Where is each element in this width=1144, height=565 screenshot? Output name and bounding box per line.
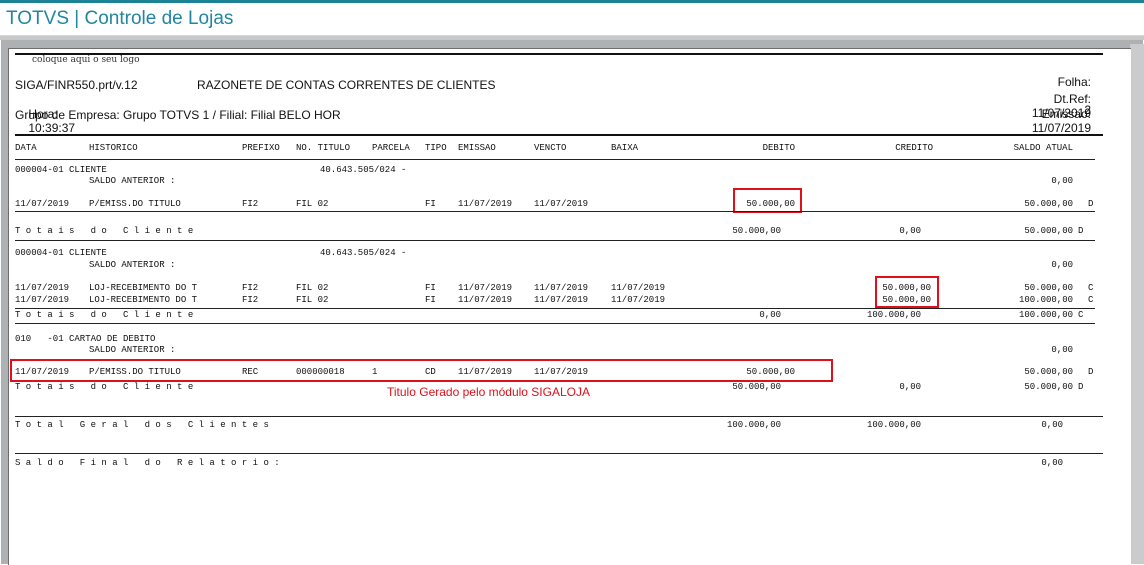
block1-row-emissao: 11/07/2019 (458, 199, 513, 209)
block3-totais-saldo: 50.000,00 (1024, 382, 1073, 392)
col-credito: CREDITO (895, 143, 933, 153)
block1-row-data: 11/07/2019 (15, 199, 70, 209)
col-saldo-atual: SALDO ATUAL (1013, 143, 1073, 153)
hora-value: 10:39:37 (28, 121, 76, 135)
annotation-note: Titulo Gerado pelo módulo SIGALOJA (387, 385, 590, 399)
report-page: coloque aqui o seu logo SIGA/FINR550.prt… (8, 48, 1131, 565)
block3-totais-credito: 0,00 (899, 382, 921, 392)
block2-saldo-anterior-value: 0,00 (1051, 260, 1073, 270)
block2-row2-emissao: 11/07/2019 (458, 295, 513, 305)
block1-row-historico: P/EMISS.DO TITULO (89, 199, 181, 209)
block3-totais-label: T o t a i s d o C l i e n t e (15, 382, 194, 392)
col-debito: DEBITO (762, 143, 795, 153)
col-baixa: BAIXA (611, 143, 639, 153)
block2-rule (15, 308, 1095, 309)
block3-row-saldo: 50.000,00 (1024, 367, 1073, 377)
block2-row1-tipo: FI (425, 283, 436, 293)
col-data: DATA (15, 143, 37, 153)
empresa-info: Grupo de Empresa: Grupo TOTVS 1 / Filial… (15, 108, 341, 122)
block1-saldo-anterior-value: 0,00 (1051, 176, 1073, 186)
block1-row-prefixo: FI2 (242, 199, 259, 209)
block2-row1-prefixo: FI2 (242, 283, 259, 293)
emissao-label: Emissao: (1041, 107, 1091, 121)
block2-row1-historico: LOJ-RECEBIMENTO DO T (89, 283, 198, 293)
block2-row1-saldo: 50.000,00 (1024, 283, 1073, 293)
block2-row1-data: 11/07/2019 (15, 283, 70, 293)
total-geral-credito: 100.000,00 (866, 420, 921, 430)
block2-bottom-rule (15, 323, 1095, 324)
block3-totais-debito: 50.000,00 (732, 382, 781, 392)
app-title: TOTVS | Controle de Lojas (6, 8, 234, 29)
columns-bottom-rule (15, 159, 1095, 160)
col-vencto: VENCTO (534, 143, 567, 153)
highlight-box (10, 359, 833, 382)
total-geral-top-rule (15, 416, 1103, 417)
block1-rule (15, 211, 1095, 212)
block2-row1-dc: C (1088, 283, 1094, 293)
block2-row2-dc: C (1088, 295, 1094, 305)
block2-row1-vencto: 11/07/2019 (534, 283, 589, 293)
col-historico: HISTORICO (89, 143, 138, 153)
highlight-box (733, 188, 802, 213)
block1-bottom-rule (15, 240, 1095, 241)
block1-totais-credito: 0,00 (899, 226, 921, 236)
block3-totais-dc: D (1078, 382, 1084, 392)
block2-row2-titulo: FIL 02 (296, 295, 329, 305)
columns-top-rule (15, 134, 1103, 136)
col-prefixo: PREFIXO (242, 143, 280, 153)
company-logo: coloque aqui o seu logo (32, 55, 140, 65)
saldo-final-label: S a l d o F i n a l d o R e l a t o r i … (15, 458, 280, 468)
block1-row-dc: D (1088, 199, 1094, 209)
block2-row2-vencto: 11/07/2019 (534, 295, 589, 305)
block1-row-tipo: FI (425, 199, 436, 209)
block1-row-titulo: FIL 02 (296, 199, 329, 209)
block1-saldo-anterior-label: SALDO ANTERIOR : (89, 176, 176, 186)
block2-totais-dc: C (1078, 310, 1084, 320)
block2-row1-titulo: FIL 02 (296, 283, 329, 293)
block2-totais-saldo: 100.000,00 (1018, 310, 1073, 320)
block2-row2-tipo: FI (425, 295, 436, 305)
block2-cliente: 000004-01 CLIENTE (15, 248, 107, 258)
block1-row-saldo: 50.000,00 (1024, 199, 1073, 209)
block2-totais-label: T o t a i s d o C l i e n t e (15, 310, 194, 320)
block1-cnpj: 40.643.505/024 - (320, 165, 407, 175)
emissao-value: 11/07/2019 (1031, 121, 1091, 135)
col-emissao: EMISSAO (458, 143, 496, 153)
block1-totais-debito: 50.000,00 (732, 226, 781, 236)
block3-saldo-anterior-label: SALDO ANTERIOR : (89, 345, 176, 355)
vertical-scrollbar[interactable] (1130, 44, 1144, 564)
block3-cliente: 010 -01 CARTAO DE DEBITO (15, 334, 156, 344)
block2-saldo-anterior-label: SALDO ANTERIOR : (89, 260, 176, 270)
block2-cnpj: 40.643.505/024 - (320, 248, 407, 258)
block3-row-dc: D (1088, 367, 1094, 377)
block2-row2-saldo: 100.000,00 (1018, 295, 1073, 305)
report-program: SIGA/FINR550.prt/v.12 (15, 78, 138, 92)
block2-totais-credito: 100.000,00 (866, 310, 921, 320)
block2-row2-data: 11/07/2019 (15, 295, 70, 305)
col-no-titulo: NO. TITULO (296, 143, 351, 153)
block3-saldo-anterior-value: 0,00 (1051, 345, 1073, 355)
block2-row2-prefixo: FI2 (242, 295, 259, 305)
total-geral-label: T o t a l G e r a l d o s C l i e n t e … (15, 420, 269, 430)
col-tipo: TIPO (425, 143, 447, 153)
block1-cliente: 000004-01 CLIENTE (15, 165, 107, 175)
block2-row2-baixa: 11/07/2019 (611, 295, 666, 305)
block1-row-vencto: 11/07/2019 (534, 199, 589, 209)
total-geral-debito: 100.000,00 (726, 420, 781, 430)
highlight-box (875, 276, 939, 308)
block2-totais-debito: 0,00 (759, 310, 781, 320)
total-geral-saldo: 0,00 (1041, 420, 1063, 430)
block2-row1-emissao: 11/07/2019 (458, 283, 513, 293)
saldo-final-top-rule (15, 453, 1103, 454)
block1-totais-label: T o t a i s d o C l i e n t e (15, 226, 194, 236)
block2-row2-historico: LOJ-RECEBIMENTO DO T (89, 295, 198, 305)
block1-totais-saldo: 50.000,00 (1024, 226, 1073, 236)
col-parcela: PARCELA (372, 143, 410, 153)
block1-totais-dc: D (1078, 226, 1084, 236)
saldo-final-value: 0,00 (1041, 458, 1063, 468)
title-bar: TOTVS | Controle de Lojas (0, 3, 1144, 36)
block2-row1-baixa: 11/07/2019 (611, 283, 666, 293)
header-top-rule (15, 53, 1103, 55)
report-title: RAZONETE DE CONTAS CORRENTES DE CLIENTES (197, 78, 496, 92)
